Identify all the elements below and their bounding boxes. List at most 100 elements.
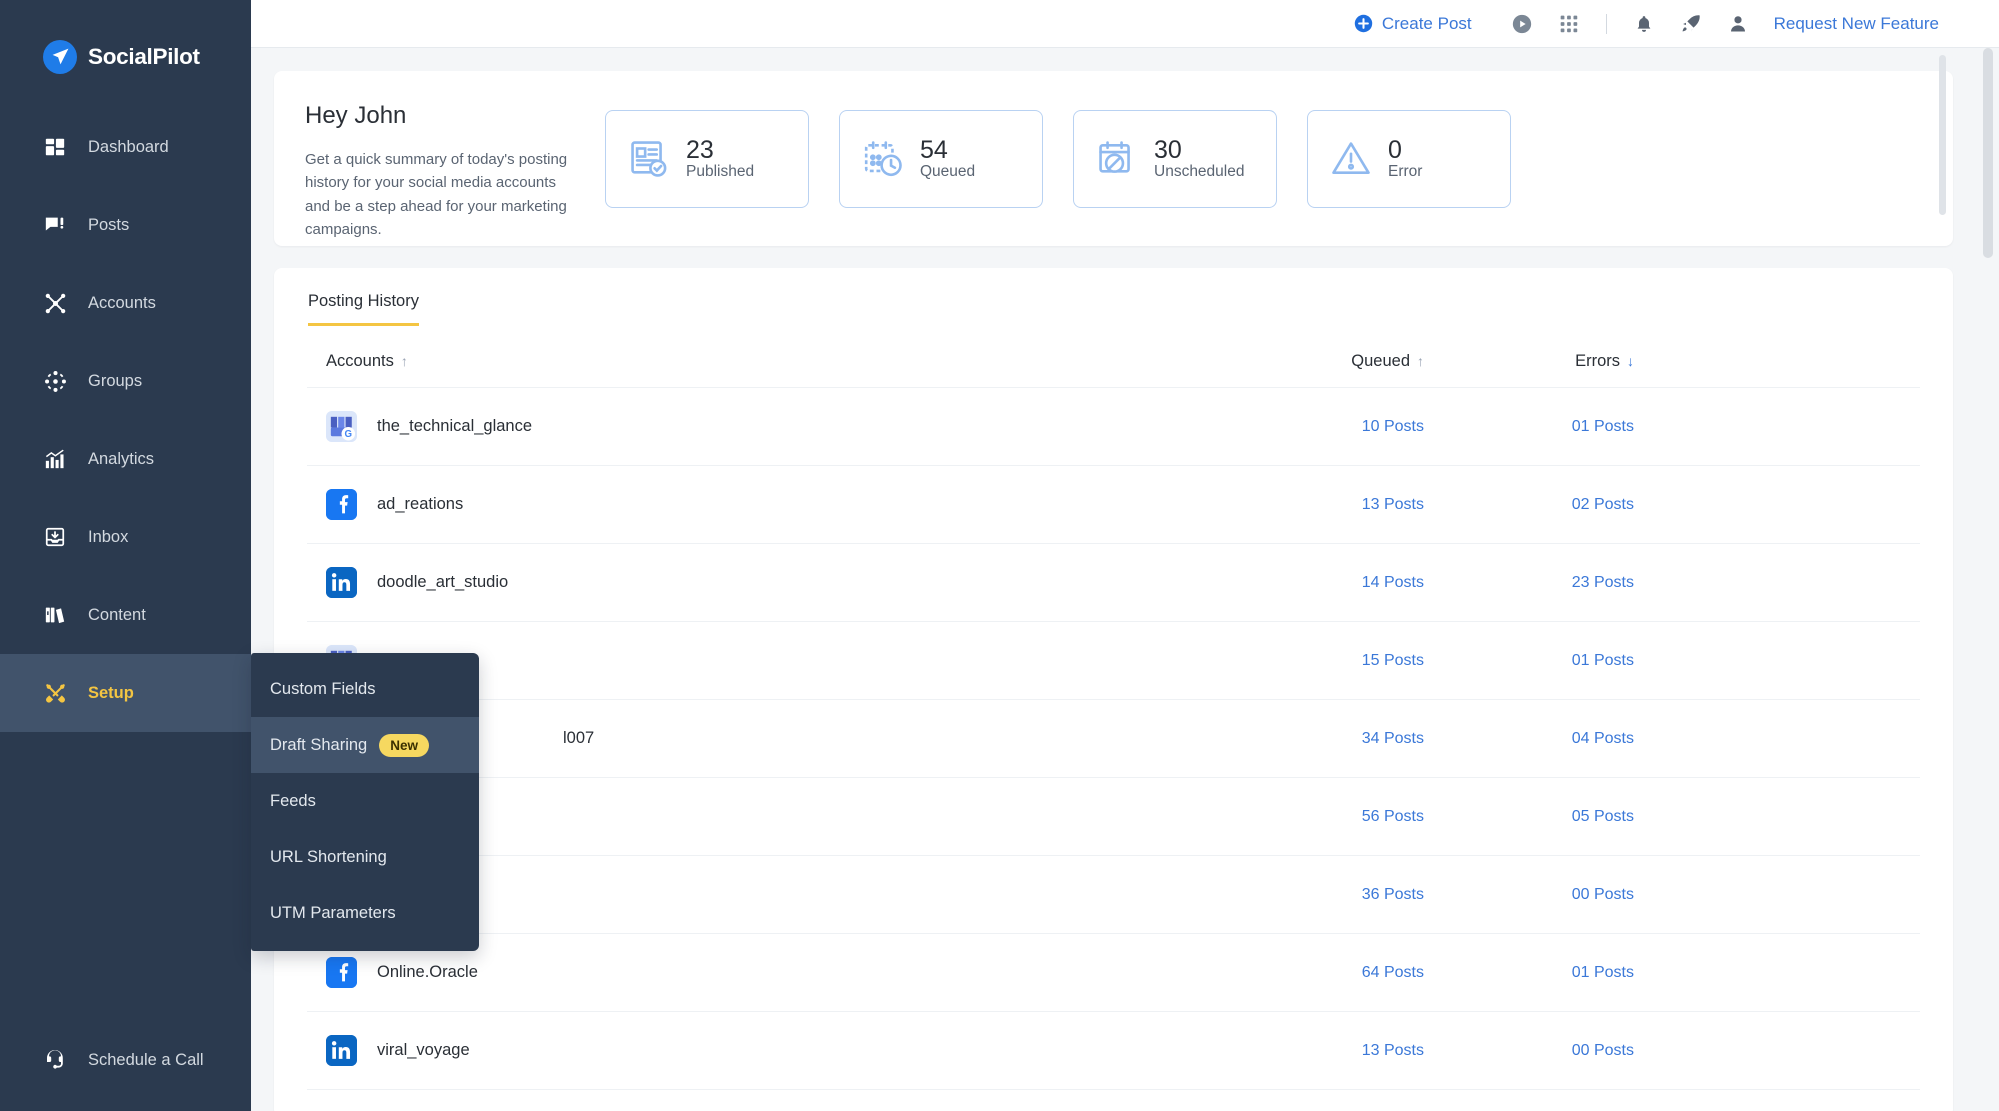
create-post-button[interactable]: Create Post (1354, 14, 1472, 34)
play-circle-icon[interactable] (1511, 13, 1533, 35)
sidebar-item-posts[interactable]: Posts (0, 186, 251, 264)
sidebar-item-dashboard[interactable]: Dashboard (0, 108, 251, 186)
schedule-a-call-button[interactable]: Schedule a Call (0, 1047, 251, 1111)
sidebar-item-label: Accounts (88, 294, 156, 313)
headset-icon (42, 1047, 68, 1073)
queued-count[interactable]: 64 Posts (1194, 964, 1424, 982)
svg-text:G: G (345, 429, 353, 440)
menu-item-label: UTM Parameters (270, 904, 396, 923)
sort-arrow-queued[interactable]: ↑ (1417, 353, 1424, 369)
calendar-blocked-icon (1096, 138, 1138, 180)
google-business-profile-icon: G (326, 411, 357, 442)
errors-count[interactable]: 00 Posts (1424, 886, 1634, 904)
facebook-icon (326, 957, 357, 988)
menu-item-label: Draft Sharing (270, 736, 367, 755)
errors-count[interactable]: 04 Posts (1424, 730, 1634, 748)
summary-scrollbar[interactable] (1939, 55, 1946, 215)
queued-count[interactable]: 14 Posts (1194, 574, 1424, 592)
setup-submenu: Custom Fields Draft Sharing New Feeds UR… (251, 653, 479, 951)
queued-count[interactable]: 36 Posts (1194, 886, 1424, 904)
menu-item-custom-fields[interactable]: Custom Fields (251, 661, 479, 717)
sidebar-item-inbox[interactable]: Inbox (0, 498, 251, 576)
errors-count[interactable]: 05 Posts (1424, 808, 1634, 826)
table-header: Accounts↑ Queued↑ Errors↓ (274, 326, 1953, 387)
stat-card-published[interactable]: 23 Published (605, 110, 809, 208)
table-row[interactable]: 15 Posts 01 Posts (307, 621, 1920, 699)
bell-notification-icon[interactable] (1634, 13, 1654, 35)
queued-count[interactable]: 15 Posts (1194, 652, 1424, 670)
table-row[interactable]: G the_technical_glance 10 Posts 01 Posts (307, 387, 1920, 465)
topbar-divider (1606, 14, 1607, 34)
stat-label: Published (686, 163, 754, 180)
table-row[interactable]: l007 34 Posts 04 Posts (307, 699, 1920, 777)
app-root: SocialPilot Dashboard Posts (0, 0, 1999, 1111)
column-header-errors[interactable]: Errors↓ (1424, 352, 1634, 371)
account-name: ad_reations (377, 495, 463, 514)
stat-card-unscheduled[interactable]: 30 Unscheduled (1073, 110, 1277, 208)
stat-label: Error (1388, 163, 1422, 180)
queued-count[interactable]: 34 Posts (1194, 730, 1424, 748)
menu-item-draft-sharing[interactable]: Draft Sharing New (251, 717, 479, 773)
menu-item-url-shortening[interactable]: URL Shortening (251, 829, 479, 885)
account-cell: viral_voyage (307, 1035, 1194, 1066)
apps-grid-icon[interactable] (1559, 14, 1579, 34)
sidebar-item-setup[interactable]: Setup (0, 654, 251, 732)
errors-count[interactable]: 01 Posts (1424, 964, 1634, 982)
errors-count[interactable]: 00 Posts (1424, 1042, 1634, 1060)
table-row[interactable]: 56 Posts 05 Posts (307, 777, 1920, 855)
queued-count[interactable]: 13 Posts (1194, 1042, 1424, 1060)
stat-label: Queued (920, 163, 975, 180)
stat-card-error[interactable]: 0 Error (1307, 110, 1511, 208)
sidebar-item-content[interactable]: Content (0, 576, 251, 654)
facebook-icon (326, 489, 357, 520)
page-scrollbar-track[interactable] (1983, 48, 1993, 1111)
table-row[interactable]: doodle_art_studio 14 Posts 23 Posts (307, 543, 1920, 621)
errors-count[interactable]: 01 Posts (1424, 652, 1634, 670)
menu-item-label: Custom Fields (270, 680, 375, 699)
errors-count[interactable]: 01 Posts (1424, 418, 1634, 436)
linkedin-icon (326, 567, 357, 598)
queued-count[interactable]: 13 Posts (1194, 496, 1424, 514)
account-name: doodle_art_studio (377, 573, 508, 592)
errors-count[interactable]: 02 Posts (1424, 496, 1634, 514)
brand-name: SocialPilot (88, 44, 200, 70)
top-bar: Create Post (251, 0, 1999, 48)
page-scrollbar-thumb[interactable] (1983, 48, 1993, 258)
account-name: viral_voyage (377, 1041, 470, 1060)
column-header-accounts[interactable]: Accounts↑ (274, 352, 1194, 371)
account-cell: G the_technical_glance (307, 411, 1194, 442)
menu-item-label: Feeds (270, 792, 316, 811)
sidebar-item-label: Setup (88, 684, 134, 703)
queued-count[interactable]: 10 Posts (1194, 418, 1424, 436)
table-row[interactable]: viral_voyage 13 Posts 00 Posts (307, 1011, 1920, 1089)
calendar-clock-icon (862, 138, 904, 180)
summary-description: Get a quick summary of today's posting h… (305, 148, 585, 241)
paper-plane-icon (43, 40, 77, 74)
rocket-icon[interactable] (1680, 13, 1702, 35)
account-cell: ad_reations (307, 489, 1194, 520)
menu-item-utm-parameters[interactable]: UTM Parameters (251, 885, 479, 941)
sidebar-item-analytics[interactable]: Analytics (0, 420, 251, 498)
brand-logo[interactable]: SocialPilot (0, 0, 251, 80)
user-profile-icon[interactable] (1728, 13, 1748, 35)
table-row[interactable]: Online.Oracle 64 Posts 01 Posts (307, 933, 1920, 1011)
stat-card-queued[interactable]: 54 Queued (839, 110, 1043, 208)
column-header-queued[interactable]: Queued↑ (1194, 352, 1424, 371)
menu-item-feeds[interactable]: Feeds (251, 773, 479, 829)
table-row[interactable]: 36 Posts 00 Posts (307, 855, 1920, 933)
groups-diamond-icon (42, 368, 68, 394)
tab-bar: Posting History (274, 268, 1953, 326)
sort-arrow-accounts[interactable]: ↑ (401, 353, 408, 369)
tab-posting-history[interactable]: Posting History (308, 292, 419, 326)
errors-count[interactable]: 23 Posts (1424, 574, 1634, 592)
accounts-network-icon (42, 290, 68, 316)
stat-label: Unscheduled (1154, 163, 1244, 180)
sidebar-item-label: Content (88, 606, 146, 625)
table-row[interactable] (307, 1089, 1920, 1111)
sidebar-item-groups[interactable]: Groups (0, 342, 251, 420)
sort-arrow-errors[interactable]: ↓ (1627, 353, 1634, 369)
queued-count[interactable]: 56 Posts (1194, 808, 1424, 826)
sidebar-item-accounts[interactable]: Accounts (0, 264, 251, 342)
request-new-feature-link[interactable]: Request New Feature (1774, 14, 1939, 34)
table-row[interactable]: ad_reations 13 Posts 02 Posts (307, 465, 1920, 543)
